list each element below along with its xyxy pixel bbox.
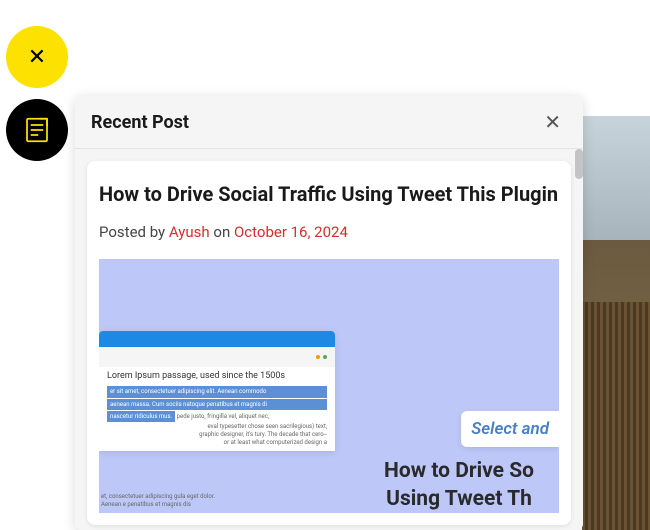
browser-toolbar bbox=[99, 347, 335, 367]
mockup-heading: Lorem Ipsum passage, used since the 1500… bbox=[107, 371, 327, 382]
meta-prefix: Posted by bbox=[99, 223, 169, 241]
browser-mockup: Lorem Ipsum passage, used since the 1500… bbox=[99, 331, 335, 451]
panel-close-button[interactable]: ✕ bbox=[538, 108, 567, 136]
select-button-label: Select and bbox=[471, 419, 549, 439]
post-author[interactable]: Ayush bbox=[169, 223, 210, 241]
scrollbar-thumb[interactable] bbox=[575, 149, 583, 179]
post-date[interactable]: October 16, 2024 bbox=[234, 223, 348, 241]
browser-tab-bar bbox=[99, 331, 335, 347]
background-image bbox=[582, 116, 650, 530]
close-icon: ✕ bbox=[544, 110, 561, 134]
meta-middle: on bbox=[210, 223, 234, 241]
close-icon: ✕ bbox=[28, 45, 46, 70]
body-text: pede justo, fringilla vel, aliquet nec, bbox=[175, 413, 269, 420]
overlay-title-line: Using Tweet Th bbox=[359, 486, 559, 513]
panel-body: How to Drive Social Traffic Using Tweet … bbox=[75, 149, 583, 530]
browser-content: Lorem Ipsum passage, used since the 1500… bbox=[99, 367, 335, 451]
panel-header: Recent Post ✕ bbox=[75, 96, 583, 149]
panel-title: Recent Post bbox=[91, 112, 189, 133]
close-button[interactable]: ✕ bbox=[6, 26, 68, 88]
overlay-title: How to Drive So Using Tweet Th bbox=[359, 458, 559, 513]
select-and-button: Select and bbox=[461, 411, 559, 447]
highlighted-line: aenean massa. Cum sociis natoque penatib… bbox=[107, 399, 327, 411]
highlighted-line: er sit amet, consectetuer adipiscing eli… bbox=[107, 386, 327, 398]
mockup-bottom-text: et, consectetuer adipiscing gula eget do… bbox=[101, 493, 221, 509]
toolbar-dot-icon bbox=[323, 355, 327, 359]
post-card[interactable]: How to Drive Social Traffic Using Tweet … bbox=[87, 161, 571, 525]
post-featured-image: Lorem Ipsum passage, used since the 1500… bbox=[99, 259, 559, 513]
recent-post-panel: Recent Post ✕ How to Drive Social Traffi… bbox=[75, 96, 583, 530]
highlighted-line: nascetur ridiculus mus. bbox=[107, 411, 175, 422]
document-button[interactable] bbox=[6, 99, 68, 161]
scrollbar[interactable] bbox=[575, 149, 583, 530]
post-title: How to Drive Social Traffic Using Tweet … bbox=[99, 181, 559, 207]
toolbar-dot-icon bbox=[316, 355, 320, 359]
overlay-title-line: How to Drive So bbox=[359, 458, 559, 485]
document-icon bbox=[22, 115, 52, 145]
body-text: eval typesetter chose seen sacrilegious)… bbox=[107, 423, 327, 446]
post-meta: Posted by Ayush on October 16, 2024 bbox=[99, 223, 559, 241]
